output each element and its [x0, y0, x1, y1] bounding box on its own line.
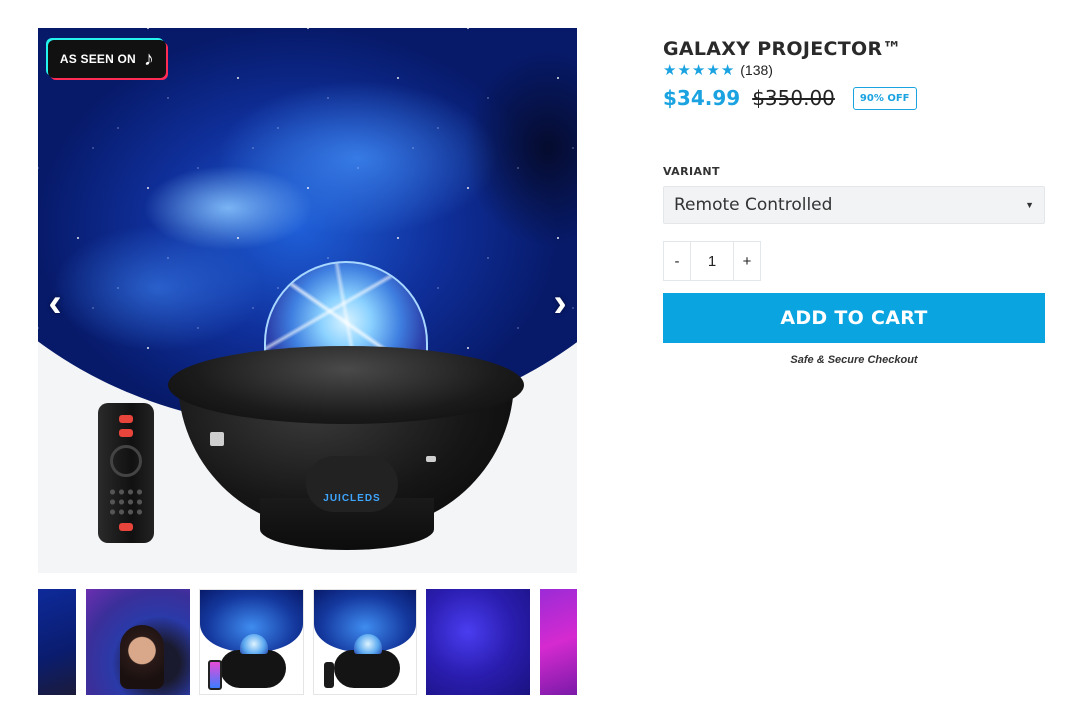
star-icon: ★ [677, 61, 691, 79]
thumbnail-6[interactable] [540, 589, 577, 695]
thumbnail-5[interactable] [426, 589, 530, 695]
chevron-left-icon: ‹ [48, 280, 62, 325]
thumbnail-strip [38, 589, 577, 695]
star-icon: ★ [720, 61, 735, 79]
remote-control-image [98, 403, 154, 543]
product-info: GALAXY PROJECTOR™ ★ ★ ★ ★ ★ (138) $34.99… [663, 38, 1045, 110]
caret-down-icon: ▼ [1025, 200, 1034, 210]
thumbnail-2[interactable] [86, 589, 190, 695]
star-rating: ★ ★ ★ ★ ★ [663, 63, 734, 78]
as-seen-on-badge: AS SEEN ON ♪ [48, 40, 166, 78]
quantity-increase-button[interactable]: + [734, 242, 760, 280]
add-to-cart-button[interactable]: ADD TO CART [663, 293, 1045, 343]
thumbnail-1[interactable] [38, 589, 76, 695]
brand-label: JUICLEDS [323, 493, 381, 504]
next-image-button[interactable]: › [545, 280, 575, 325]
rating[interactable]: ★ ★ ★ ★ ★ (138) [663, 62, 1045, 78]
price-row: $34.99 $350.00 90% OFF [663, 86, 1045, 110]
chevron-right-icon: › [553, 280, 567, 325]
thumbnail-3[interactable] [199, 589, 304, 695]
badge-label: AS SEEN ON [59, 52, 136, 66]
star-icon: ★ [663, 61, 677, 79]
product-main-image: AS SEEN ON ♪ JUICLEDS ‹ › [38, 28, 577, 573]
tiktok-icon: ♪ [143, 48, 155, 70]
projector-logo: JUICLEDS [306, 456, 398, 512]
variant-value: Remote Controlled [674, 195, 833, 215]
prev-image-button[interactable]: ‹ [40, 280, 70, 325]
quantity-decrease-button[interactable]: - [664, 242, 690, 280]
sale-price: $34.99 [663, 86, 741, 110]
quantity-input[interactable]: 1 [690, 242, 734, 280]
star-icon: ★ [691, 61, 706, 79]
thumbnail-4[interactable] [313, 589, 417, 695]
variant-select[interactable]: Remote Controlled ▼ [663, 186, 1045, 224]
quantity-stepper: - 1 + [663, 241, 761, 281]
star-icon: ★ [706, 61, 720, 79]
compare-price: $350.00 [752, 86, 835, 110]
discount-badge: 90% OFF [852, 86, 917, 110]
review-count[interactable]: (138) [740, 62, 773, 78]
secure-checkout-text: Safe & Secure Checkout [790, 354, 918, 366]
product-title: GALAXY PROJECTOR™ [663, 38, 902, 60]
variant-label: VARIANT [663, 165, 720, 178]
